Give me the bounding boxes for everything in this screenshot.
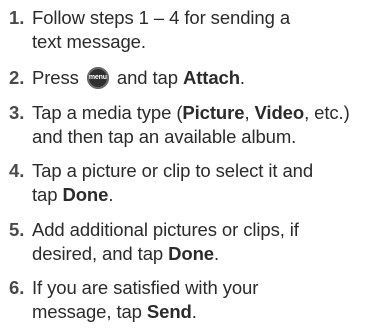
step-text: Tap a media type (Picture, Video, etc.) a… bbox=[32, 101, 372, 149]
text-segment: and tap bbox=[111, 67, 183, 88]
text-segment: . bbox=[213, 243, 220, 264]
step-text: If you are satisfied with your message, t… bbox=[32, 276, 372, 324]
step-number: 1. bbox=[9, 7, 25, 28]
menu-icon-label: menu bbox=[88, 74, 107, 81]
step-number: 4. bbox=[9, 160, 25, 181]
step-number: 3. bbox=[9, 102, 25, 123]
step-text: Press menu and tap Attach. bbox=[32, 66, 372, 90]
text-segment: desired, and tap bbox=[32, 243, 169, 264]
text-segment: Press bbox=[32, 67, 84, 88]
menu-icon: menu bbox=[86, 67, 109, 89]
text-segment: , bbox=[244, 102, 255, 123]
step-text-line: If you are satisfied with your bbox=[32, 276, 372, 300]
text-segment: . bbox=[108, 184, 114, 205]
text-segment: Tap a media type ( bbox=[32, 102, 183, 123]
step-text-line: Tap a picture or clip to select it and bbox=[32, 159, 372, 183]
bold-term: Picture bbox=[182, 102, 245, 123]
step-text-line: and then tap an available album. bbox=[32, 125, 372, 149]
bold-term: Attach bbox=[182, 67, 240, 88]
text-segment: Add additional pictures or clips, if bbox=[32, 219, 299, 240]
step-number: 5. bbox=[9, 219, 25, 240]
text-segment: and then tap an available album. bbox=[32, 126, 297, 147]
bold-term: Video bbox=[254, 102, 305, 123]
text-segment: Follow steps 1 – 4 for sending a bbox=[32, 7, 291, 28]
text-segment: Tap a picture or clip to select it and bbox=[32, 160, 314, 181]
text-segment: If you are satisfied with your bbox=[32, 277, 259, 298]
text-segment: tap bbox=[32, 184, 63, 205]
step-text-line: desired, and tap Done. bbox=[32, 242, 372, 266]
step-text-line: Tap a media type (Picture, Video, etc.) bbox=[32, 101, 372, 125]
step-text-line: message, tap Send. bbox=[32, 300, 372, 324]
text-segment: text message. bbox=[32, 31, 146, 52]
step-text: Follow steps 1 – 4 for sending a text mes… bbox=[32, 6, 372, 54]
step-number: 6. bbox=[9, 277, 25, 298]
bold-term: Send bbox=[146, 301, 192, 322]
text-segment: . bbox=[191, 301, 197, 322]
step-text-line: Follow steps 1 – 4 for sending a bbox=[32, 6, 372, 30]
bold-term: Done bbox=[168, 243, 214, 264]
bold-term: Done bbox=[62, 184, 109, 205]
text-segment: message, tap bbox=[32, 301, 147, 322]
step-text-line: Press menu and tap Attach. bbox=[32, 66, 372, 90]
step-text-line: text message. bbox=[32, 30, 372, 54]
step-text-line: Add additional pictures or clips, if bbox=[32, 218, 372, 242]
step-text: Tap a picture or clip to select it and ta… bbox=[32, 159, 372, 207]
step-text: Add additional pictures or clips, if desi… bbox=[32, 218, 372, 266]
step-text-line: tap Done. bbox=[32, 183, 372, 207]
step-number: 2. bbox=[9, 67, 25, 88]
text-segment: , etc.) bbox=[304, 102, 350, 123]
text-segment: . bbox=[239, 67, 245, 88]
